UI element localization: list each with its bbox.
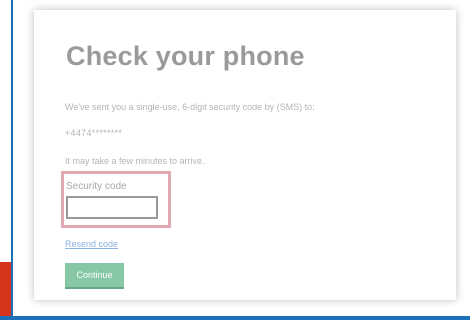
continue-button[interactable]: Continue xyxy=(65,263,124,287)
page-bottom-border-left xyxy=(0,316,13,320)
delivery-wait-note: It may take a few minutes to arrive. xyxy=(65,156,205,166)
resend-code-link[interactable]: Resend code xyxy=(65,239,118,249)
page-bottom-border xyxy=(13,316,470,320)
brand-accent-block xyxy=(0,262,11,320)
browser-viewport: Check your phone We've sent you a single… xyxy=(0,0,470,320)
security-code-label: Security code xyxy=(66,181,127,192)
security-code-input[interactable] xyxy=(66,196,158,219)
page-left-border xyxy=(11,0,13,318)
page-title: Check your phone xyxy=(66,41,305,71)
verification-card: Check your phone We've sent you a single… xyxy=(34,10,456,300)
sent-message: We've sent you a single-use, 6-digit sec… xyxy=(65,102,315,112)
masked-phone-number: +4474******** xyxy=(65,128,123,138)
